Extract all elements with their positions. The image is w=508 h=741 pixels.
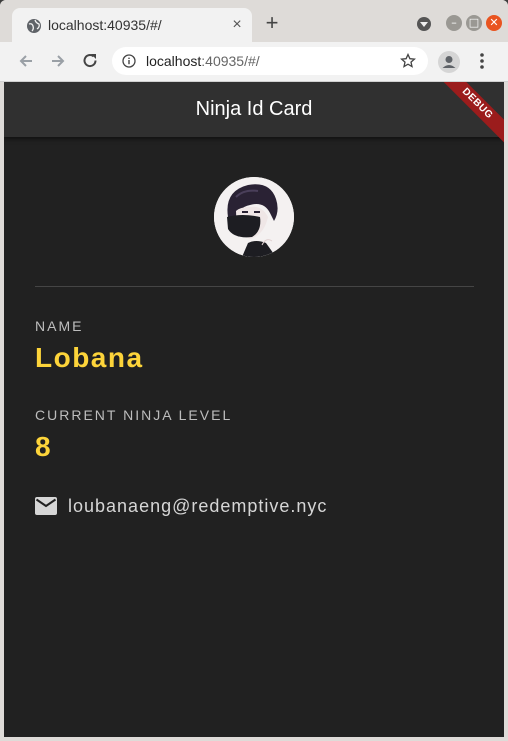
reload-icon[interactable]: [80, 51, 100, 71]
back-icon[interactable]: [16, 51, 36, 71]
browser-toolbar: localhost:40935/#/: [0, 42, 508, 82]
forward-icon[interactable]: [48, 51, 68, 71]
name-label: NAME: [35, 318, 84, 334]
address-bar[interactable]: localhost:40935/#/: [112, 47, 428, 75]
level-label: CURRENT NINJA LEVEL: [35, 407, 233, 423]
tab-strip: localhost:40935/#/ × + – □ ✕: [0, 0, 508, 42]
new-tab-button[interactable]: +: [262, 12, 282, 34]
star-icon[interactable]: [400, 53, 416, 69]
avatar-illustration: [214, 177, 294, 257]
mail-icon: [35, 497, 57, 515]
url-text: localhost:40935/#/: [146, 53, 260, 69]
app-bar: Ninja Id Card: [4, 82, 504, 137]
maximize-button[interactable]: □: [466, 15, 482, 31]
browser-window: localhost:40935/#/ × + – □ ✕ localhost:4…: [0, 0, 508, 741]
name-value: Lobana: [35, 342, 144, 373]
tab-close-button[interactable]: ×: [228, 16, 246, 34]
page-title: Ninja Id Card: [195, 98, 313, 120]
divider: [35, 286, 474, 287]
app-viewport: Ninja Id Card DEBUG NAME Lobana CURRENT …: [4, 82, 504, 737]
url-host: localhost: [146, 53, 202, 69]
account-glyph: [442, 56, 456, 68]
minimize-button[interactable]: –: [446, 15, 462, 31]
avatar: [214, 177, 294, 257]
menu-icon[interactable]: [474, 51, 490, 71]
email-row: loubanaeng@redemptive.nyc: [35, 496, 475, 520]
account-icon[interactable]: [438, 51, 460, 73]
browser-tab[interactable]: localhost:40935/#/ ×: [12, 8, 252, 42]
email-text: loubanaeng@redemptive.nyc: [68, 496, 328, 516]
info-icon[interactable]: [122, 54, 136, 68]
close-window-button[interactable]: ✕: [486, 15, 502, 31]
tab-title: localhost:40935/#/: [48, 17, 162, 33]
tab-search-button[interactable]: [417, 17, 431, 31]
level-value: 8: [35, 431, 53, 462]
globe-icon: [27, 19, 41, 33]
url-path: :40935/#/: [201, 53, 260, 69]
